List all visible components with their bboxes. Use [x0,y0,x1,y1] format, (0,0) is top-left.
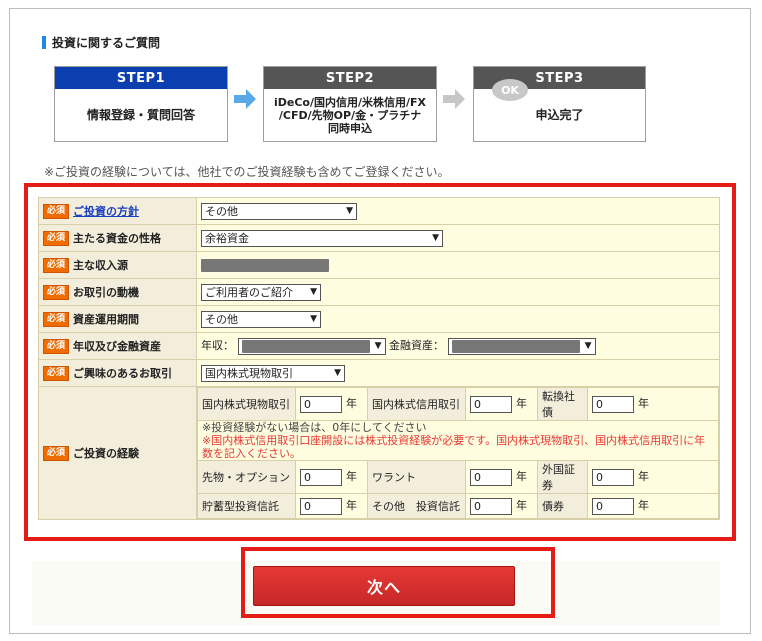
chevron-down-icon: ▼ [374,340,382,351]
period-select[interactable]: その他 ▼ [201,310,321,328]
step-arrow-icon [443,89,465,109]
redacted-value [451,340,580,354]
income-source-select-redacted[interactable] [201,258,329,272]
ok-badge-icon: OK [492,79,528,101]
next-button[interactable]: 次へ [253,566,515,606]
investment-form: 必須 ご投資の方針 その他 ▼ 必須 主たる資金の性格 余裕資金 ▼ 必須 主な収入源 必… [38,197,720,520]
required-badge: 必須 [43,258,70,274]
experience-note: ※ご投資の経験については、他社でのご投資経験も含めてご登録ください。 [44,165,450,179]
required-badge: 必須 [43,312,70,328]
motive-label: お取引の動機 [73,285,140,299]
section-title: 投資に関するご質問 [42,34,160,51]
exp-input-domestic-cash[interactable]: 0 [300,395,342,413]
assets-label: 金融資産： [389,339,444,353]
exp-input-other-fund[interactable]: 0 [470,497,512,515]
form-row-motive: 必須 お取引の動機 ご利用者のご紹介 ▼ [38,278,720,306]
form-row-interest: 必須 ご興味のあるお取引 国内株式現物取引 ▼ [38,359,720,387]
annual-income-select[interactable]: ▼ [237,337,386,355]
section-title-text: 投資に関するご質問 [52,36,161,50]
form-row-funds: 必須 主たる資金の性格 余裕資金 ▼ [38,224,720,252]
interest-label: ご興味のあるお取引 [73,366,173,380]
step-1: STEP1 情報登録・質問回答 [54,66,228,142]
required-badge: 必須 [43,204,70,220]
exp-input-futures-options[interactable]: 0 [300,468,342,486]
title-marker [42,36,46,49]
step-2-body: iDeCo/国内信用/米株信用/FX /CFD/先物OP/金・プラチナ 同時申込 [273,95,427,135]
required-badge: 必須 [43,231,70,247]
exp-input-domestic-margin[interactable]: 0 [470,395,512,413]
exp-input-foreign-securities[interactable]: 0 [592,468,634,486]
exp-input-savings-fund[interactable]: 0 [300,497,342,515]
step-1-head: STEP1 [55,67,227,89]
step-2-head: STEP2 [264,67,436,89]
chevron-down-icon: ▼ [334,367,341,378]
form-row-income-source: 必須 主な収入源 [38,251,720,279]
experience-notes: ※投資経験がない場合は、0年にしてください ※国内株式信用取引口座開設には株式投… [197,420,719,461]
interest-select[interactable]: 国内株式現物取引 ▼ [201,364,345,382]
experience-row-1: 国内株式現物取引 0年 国内株式信用取引 0年 転換社債 0年 [197,387,719,421]
assets-select[interactable]: ▼ [447,337,596,355]
step-3: STEP3 申込完了 OK [473,66,646,142]
required-badge: 必須 [43,446,70,462]
chevron-down-icon: ▼ [432,232,439,243]
chevron-down-icon: ▼ [310,313,317,324]
redacted-value [241,340,370,354]
form-row-period: 必須 資産運用期間 その他 ▼ [38,305,720,333]
experience-table: 国内株式現物取引 0年 国内株式信用取引 0年 転換社債 0年 ※投資経験がない… [197,387,719,519]
policy-label-link[interactable]: ご投資の方針 [73,205,139,218]
step-arrow-icon [234,89,256,109]
chevron-down-icon: ▼ [310,286,317,297]
experience-row-2: 先物・オプション 0年 ワラント 0年 外国証券 0年 [197,460,719,494]
experience-row-3: 貯蓄型投資信託 0年 その他 投資信託 0年 債券 0年 [197,493,719,519]
experience-label: ご投資の経験 [73,446,140,460]
form-row-income: 必須 年収及び金融資産 年収： ▼ 金融資産： ▼ [38,332,720,360]
step-2: STEP2 iDeCo/国内信用/米株信用/FX /CFD/先物OP/金・プラチ… [263,66,437,142]
period-label: 資産運用期間 [73,312,140,326]
policy-select[interactable]: その他 ▼ [201,202,357,220]
exp-input-bonds[interactable]: 0 [592,497,634,515]
exp-input-warrant[interactable]: 0 [470,468,512,486]
income-source-label: 主な収入源 [73,258,129,272]
funds-label: 主たる資金の性格 [73,231,162,245]
step-1-body: 情報登録・質問回答 [86,108,195,122]
chevron-down-icon: ▼ [346,205,353,216]
required-badge: 必須 [43,366,70,382]
annual-income-label: 年収： [201,339,234,353]
form-row-experience: 必須 ご投資の経験 国内株式現物取引 0年 国内株式信用取引 0年 転換社債 0年… [38,386,720,520]
income-label: 年収及び金融資産 [73,339,162,353]
required-badge: 必須 [43,339,70,355]
motive-select[interactable]: ご利用者のご紹介 ▼ [201,283,321,301]
form-row-policy: 必須 ご投資の方針 その他 ▼ [38,197,720,225]
chevron-down-icon: ▼ [584,340,592,351]
funds-select[interactable]: 余裕資金 ▼ [201,229,443,247]
exp-input-convertible-bond[interactable]: 0 [592,395,634,413]
required-badge: 必須 [43,285,70,301]
